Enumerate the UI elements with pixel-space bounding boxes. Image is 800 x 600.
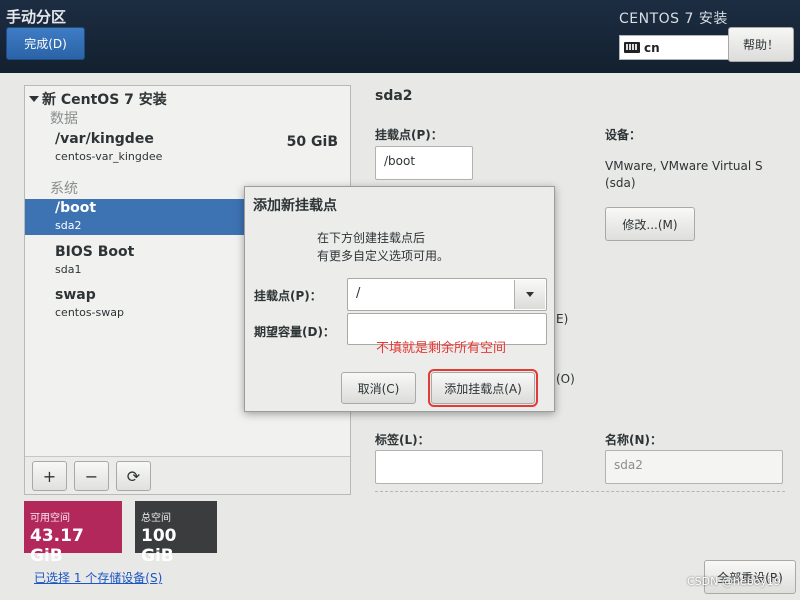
available-space-label: 可用空间 bbox=[30, 513, 70, 524]
selected-devices-link[interactable]: 已选择 1 个存储设备(S) bbox=[34, 569, 162, 586]
keyboard-layout-indicator[interactable]: cn bbox=[619, 35, 729, 60]
section-divider bbox=[375, 491, 785, 492]
partition-device: sda2 bbox=[55, 219, 82, 232]
name-field[interactable]: sda2 bbox=[605, 450, 783, 484]
device-label: 设备： bbox=[605, 128, 642, 142]
dialog-description-line2: 有更多自定义选项可用。 bbox=[317, 249, 450, 263]
desired-capacity-label: 期望容量(D)： bbox=[254, 325, 335, 339]
partition-device: sda1 bbox=[55, 263, 82, 276]
partition-item-var-kingdee[interactable]: /var/kingdee centos-var_kingdee 50 GiB bbox=[25, 130, 350, 166]
selected-partition-title: sda2 bbox=[375, 88, 413, 104]
cancel-button[interactable]: 取消(C) bbox=[341, 372, 416, 404]
partition-name: /boot bbox=[55, 200, 97, 216]
red-annotation-text: 不填就是剩余所有空间 bbox=[376, 341, 507, 356]
add-mount-point-dialog: 添加新挂载点 在下方创建挂载点后 有更多自定义选项可用。 挂载点(P)： / 期… bbox=[244, 186, 555, 412]
keyboard-icon bbox=[624, 42, 640, 53]
device-name-line1: VMware, VMware Virtual S bbox=[605, 159, 763, 173]
keyboard-layout-label: cn bbox=[644, 40, 660, 55]
hidden-option-text-e: E) bbox=[556, 312, 569, 326]
name-label: 名称(N)： bbox=[605, 433, 663, 447]
top-bar: 手动分区 完成(D) CENTOS 7 安装 cn 帮助！ bbox=[0, 0, 800, 73]
dialog-description-line1: 在下方创建挂载点后 bbox=[317, 231, 426, 245]
watermark-text: CSDN @heboy19 bbox=[687, 575, 781, 588]
hidden-option-text-o: (O) bbox=[556, 372, 575, 386]
help-button[interactable]: 帮助！ bbox=[728, 27, 794, 62]
partition-name: BIOS Boot bbox=[55, 244, 135, 260]
dialog-title: 添加新挂载点 bbox=[253, 198, 337, 214]
dialog-description: 在下方创建挂载点后 有更多自定义选项可用。 bbox=[317, 229, 449, 265]
partition-name: /var/kingdee bbox=[55, 131, 154, 147]
partition-size: 50 GiB bbox=[286, 134, 338, 150]
total-space-value: 100 GiB bbox=[141, 526, 177, 566]
done-button[interactable]: 完成(D) bbox=[6, 27, 85, 60]
mount-point-combobox[interactable]: / bbox=[347, 278, 547, 311]
partition-toolbar: + − ⟳ bbox=[25, 456, 350, 494]
add-mount-point-button[interactable]: 添加挂载点(A) bbox=[428, 369, 538, 407]
device-name-line2: (sda) bbox=[605, 176, 636, 190]
partition-device: centos-var_kingdee bbox=[55, 150, 163, 163]
refresh-icon[interactable]: ⟳ bbox=[116, 461, 151, 491]
expand-triangle-icon bbox=[29, 96, 39, 102]
mount-point-value: / bbox=[356, 286, 361, 301]
group-label-data: 数据 bbox=[50, 111, 78, 127]
total-space-badge: 总空间 100 GiB bbox=[135, 501, 217, 566]
tag-field[interactable] bbox=[375, 450, 543, 484]
modify-device-button[interactable]: 修改...(M) bbox=[605, 207, 695, 241]
chevron-down-icon bbox=[526, 292, 534, 297]
tag-label: 标签(L)： bbox=[375, 433, 430, 447]
group-label-system: 系统 bbox=[50, 181, 78, 197]
mount-point-dropdown-button[interactable] bbox=[514, 280, 545, 309]
dialog-mount-point-label: 挂载点(P)： bbox=[254, 289, 322, 303]
partition-name: swap bbox=[55, 287, 96, 303]
add-partition-button[interactable]: + bbox=[32, 461, 67, 491]
install-tree-title: 新 CentOS 7 安装 bbox=[42, 92, 167, 108]
product-title: CENTOS 7 安装 bbox=[619, 11, 728, 27]
available-space-value: 43.17 GiB bbox=[30, 526, 84, 566]
available-space-badge: 可用空间 43.17 GiB bbox=[24, 501, 122, 566]
mount-point-label: 挂载点(P)： bbox=[375, 128, 443, 142]
mount-point-field[interactable]: /boot bbox=[375, 146, 473, 180]
partition-device: centos-swap bbox=[55, 306, 124, 319]
remove-partition-button[interactable]: − bbox=[74, 461, 109, 491]
install-tree-header[interactable]: 新 CentOS 7 安装 bbox=[29, 89, 167, 109]
page-title: 手动分区 bbox=[6, 8, 67, 26]
total-space-label: 总空间 bbox=[141, 513, 171, 524]
